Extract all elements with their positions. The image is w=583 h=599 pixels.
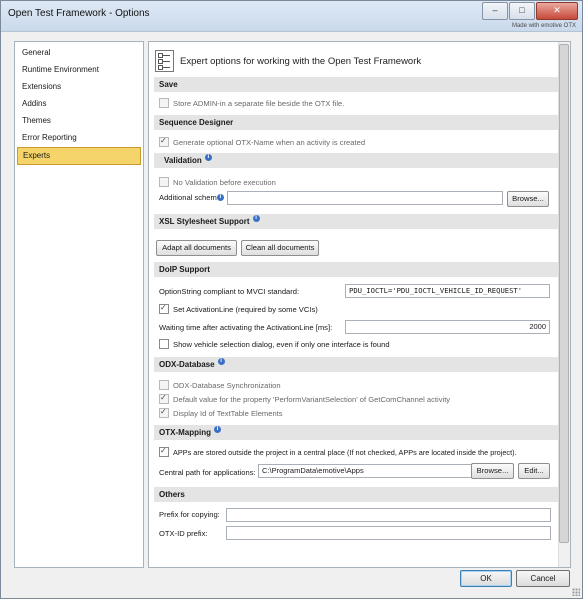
options-nav-list: General Runtime Environment Extensions A… <box>14 41 144 568</box>
panel-header: Expert options for working with the Open… <box>155 50 421 72</box>
title-bar: Open Test Framework - Options – □ ✕ Made… <box>1 1 582 32</box>
set-activation-checkbox[interactable] <box>159 303 169 314</box>
show-vehicle-label: Show vehicle selection dialog, even if o… <box>173 339 390 349</box>
additional-schema-input[interactable] <box>227 191 503 205</box>
store-admin-option[interactable]: Store ADMIN-in a separate file beside th… <box>159 98 344 108</box>
section-title: OTX-Mapping <box>159 428 211 437</box>
minimize-button[interactable]: – <box>482 2 508 20</box>
cancel-button[interactable]: Cancel <box>516 570 570 587</box>
set-activation-option[interactable]: Set ActivationLine (required by some VCI… <box>159 303 318 314</box>
info-icon[interactable]: i <box>214 426 221 433</box>
adapt-all-documents-button[interactable]: Adapt all documents <box>156 240 237 256</box>
additional-schema-text: Additional schem <box>159 193 217 202</box>
section-title: ODX-Database <box>159 360 215 369</box>
info-icon[interactable]: i <box>252 215 260 222</box>
central-path-browse-button[interactable]: Browse... <box>471 463 514 479</box>
section-save: Save <box>154 77 558 92</box>
window-controls: – □ ✕ <box>481 2 578 20</box>
section-validation: Validation i <box>154 153 558 168</box>
section-title: DoIP Support <box>159 265 210 274</box>
otx-id-prefix-label: OTX-ID prefix: <box>159 529 208 538</box>
resize-grip[interactable] <box>572 588 580 596</box>
nav-item-runtime-environment[interactable]: Runtime Environment <box>17 62 141 78</box>
nav-item-error-reporting[interactable]: Error Reporting <box>17 130 141 146</box>
info-icon[interactable]: i <box>204 154 212 161</box>
odx-sync-option[interactable]: ODX-Database Synchronization <box>159 380 281 390</box>
section-title: Validation <box>164 156 202 165</box>
generate-name-option[interactable]: Generate optional OTX-Name when an activ… <box>159 136 366 147</box>
nav-item-experts[interactable]: Experts <box>17 147 141 165</box>
odx-sync-label: ODX-Database Synchronization <box>173 380 281 390</box>
section-title: Others <box>159 490 185 499</box>
option-string-label: OptionString compliant to MVCI standard: <box>159 287 300 296</box>
section-title: XSL Stylesheet Support <box>159 217 250 226</box>
default-value-label: Default value for the property 'PerformV… <box>173 394 451 404</box>
apps-outside-option[interactable]: APPs are stored outside the project in a… <box>159 446 517 457</box>
default-value-checkbox[interactable] <box>159 393 169 404</box>
experts-panel: Expert options for working with the Open… <box>148 41 571 568</box>
nav-item-extensions[interactable]: Extensions <box>17 79 141 95</box>
set-activation-label: Set ActivationLine (required by some VCI… <box>173 304 318 314</box>
waiting-time-label: Waiting time after activating the Activa… <box>159 323 333 332</box>
clean-all-documents-button[interactable]: Clean all documents <box>241 240 319 256</box>
additional-schema-label: Additional schem i <box>159 193 224 202</box>
checklist-icon <box>155 50 174 72</box>
maximize-button[interactable]: □ <box>509 2 535 20</box>
otx-id-prefix-input[interactable] <box>226 526 551 540</box>
display-id-checkbox[interactable] <box>159 407 169 418</box>
section-odx: ODX-Database i <box>154 357 558 372</box>
nav-item-themes[interactable]: Themes <box>17 113 141 129</box>
panel-title: Expert options for working with the Open… <box>180 55 422 67</box>
section-xsl: XSL Stylesheet Support i <box>154 214 558 229</box>
display-id-label: Display Id of TextTable Elements <box>173 408 283 418</box>
show-vehicle-checkbox[interactable] <box>159 339 169 349</box>
prefix-copy-label: Prefix for copying: <box>159 510 220 519</box>
scrollbar-thumb[interactable] <box>559 44 569 543</box>
ok-button[interactable]: OK <box>460 570 512 587</box>
section-doip: DoIP Support <box>154 262 558 277</box>
waiting-time-input[interactable]: 2000 <box>345 320 550 334</box>
display-id-option[interactable]: Display Id of TextTable Elements <box>159 407 283 418</box>
apps-outside-label: APPs are stored outside the project in a… <box>173 447 517 457</box>
nav-item-general[interactable]: General <box>17 45 141 61</box>
section-others: Others <box>154 487 558 502</box>
prefix-copy-input[interactable] <box>226 508 551 522</box>
close-button[interactable]: ✕ <box>536 2 578 20</box>
store-admin-checkbox[interactable] <box>159 98 169 108</box>
schema-browse-button[interactable]: Browse... <box>507 191 549 207</box>
made-with-label: Made with emotive OTX <box>511 23 576 29</box>
window-title: Open Test Framework - Options <box>8 8 150 19</box>
nav-item-addins[interactable]: Addins <box>17 96 141 112</box>
section-sequence-designer: Sequence Designer <box>154 115 558 130</box>
odx-sync-checkbox[interactable] <box>159 380 169 390</box>
option-string-input[interactable]: PDU_IOCTL='PDU_IOCTL_VEHICLE_ID_REQUEST' <box>345 284 550 298</box>
section-title: Save <box>159 80 178 89</box>
central-path-input[interactable]: C:\ProgramData\emotive\Apps <box>258 464 472 478</box>
store-admin-label: Store ADMIN-in a separate file beside th… <box>173 98 345 108</box>
section-title: Sequence Designer <box>159 118 234 127</box>
central-path-label: Central path for applications: <box>159 468 256 477</box>
content-scrollbar[interactable] <box>558 42 570 567</box>
info-icon[interactable]: i <box>217 358 225 365</box>
show-vehicle-option[interactable]: Show vehicle selection dialog, even if o… <box>159 339 390 349</box>
no-validation-label: No Validation before execution <box>173 177 276 187</box>
apps-outside-checkbox[interactable] <box>159 446 169 457</box>
no-validation-checkbox[interactable] <box>159 177 169 187</box>
generate-name-label: Generate optional OTX-Name when an activ… <box>173 137 366 147</box>
no-validation-option[interactable]: No Validation before execution <box>159 177 276 187</box>
options-window: Open Test Framework - Options – □ ✕ Made… <box>0 0 583 599</box>
default-value-option[interactable]: Default value for the property 'PerformV… <box>159 393 451 404</box>
section-otx-mapping: OTX-Mapping i <box>154 425 558 440</box>
central-path-edit-button[interactable]: Edit... <box>518 463 550 479</box>
generate-name-checkbox[interactable] <box>159 136 169 147</box>
info-icon[interactable]: i <box>216 194 224 201</box>
